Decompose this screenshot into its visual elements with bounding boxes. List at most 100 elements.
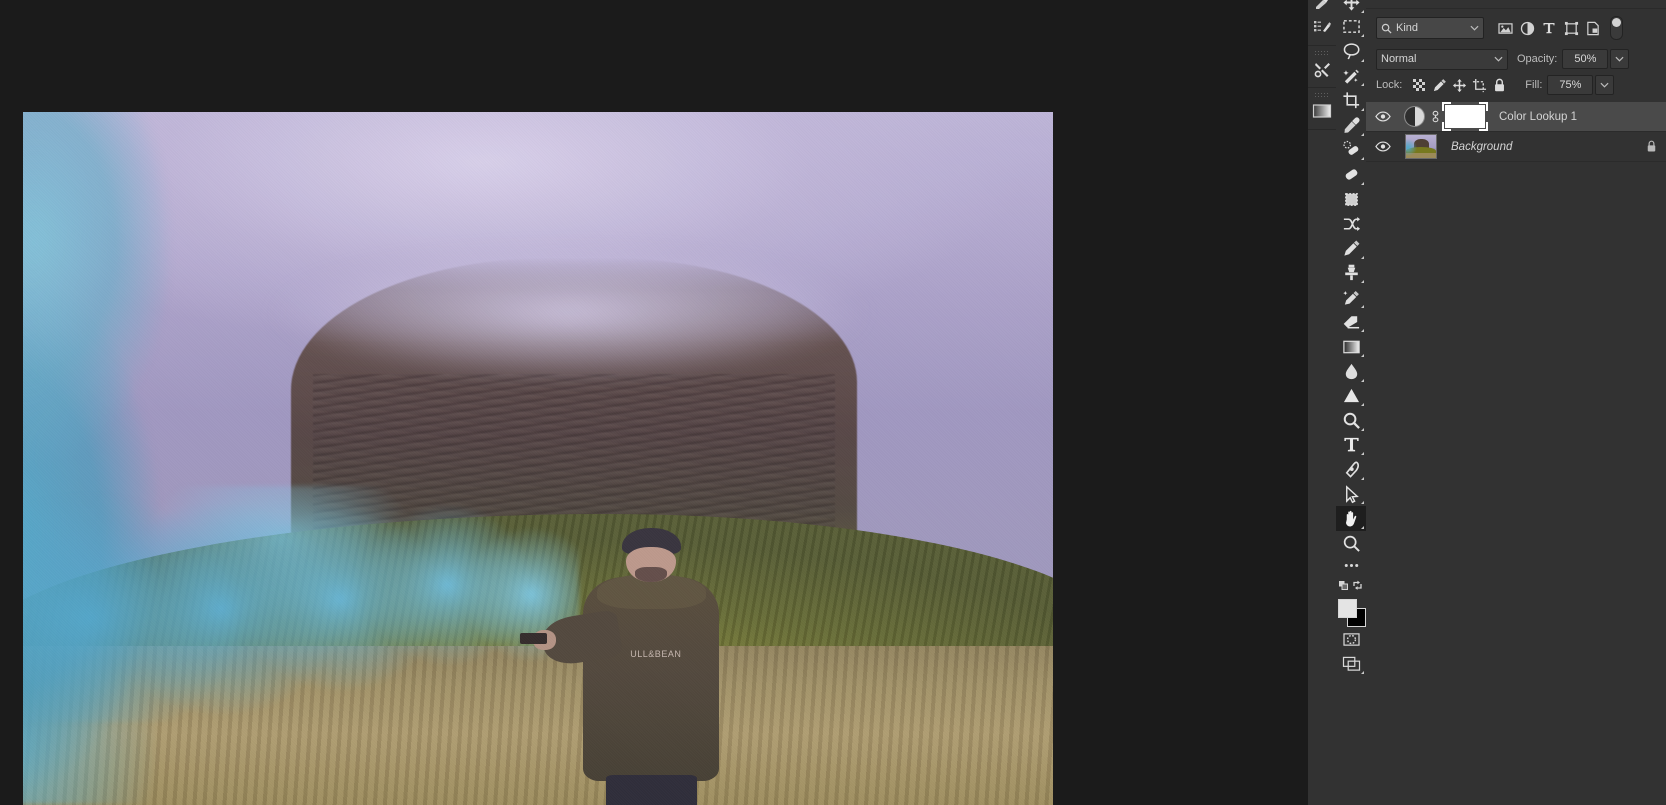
brush-presets-icon[interactable] xyxy=(1308,15,1336,39)
layer-visibility-toggle[interactable] xyxy=(1370,111,1396,122)
tool-flyout-corner xyxy=(1361,378,1364,382)
artboard-icon[interactable] xyxy=(1469,75,1489,95)
brush-settings-icon[interactable] xyxy=(1308,0,1336,15)
tool-flyout-corner xyxy=(1361,132,1364,136)
filter-kind-select[interactable]: Kind xyxy=(1376,17,1484,39)
foreground-color-swatch[interactable] xyxy=(1338,598,1357,618)
tool-blur[interactable] xyxy=(1336,359,1366,384)
table-row[interactable]: Background xyxy=(1366,132,1666,162)
tool-flyout-corner xyxy=(1361,280,1364,284)
tools-toolbar[interactable] xyxy=(1336,0,1367,805)
adjustment-layer-thumbnail[interactable] xyxy=(1404,106,1425,127)
tool-flyout-corner xyxy=(1361,255,1364,259)
lock-icon xyxy=(1647,140,1655,152)
layers-list: Color Lookup 1 Background xyxy=(1366,102,1666,162)
photo-image: ULL&BEAN xyxy=(23,112,1053,805)
smart-object-icon[interactable] xyxy=(1582,18,1604,38)
layer-name[interactable]: Color Lookup 1 xyxy=(1499,111,1666,123)
screen-mode-button[interactable] xyxy=(1336,652,1366,676)
checkerboard-icon[interactable] xyxy=(1409,75,1429,95)
tool-content-aware-move[interactable] xyxy=(1336,211,1366,236)
layer-visibility-toggle[interactable] xyxy=(1370,141,1396,152)
tool-edit-toolbar-more[interactable] xyxy=(1336,556,1366,576)
gradient-icon[interactable] xyxy=(1308,99,1336,123)
lock-fill-row: Lock: Fill: 75% xyxy=(1366,72,1666,98)
layers-panel: Kind Normal Opacity: 50% Lock: Fill: 75%… xyxy=(1366,0,1666,805)
tool-move[interactable] xyxy=(1336,0,1366,15)
fill-stepper[interactable] xyxy=(1595,75,1615,95)
tool-flyout-corner xyxy=(1361,34,1364,38)
layer-locked-indicator xyxy=(1636,140,1666,153)
tool-flyout-corner xyxy=(1361,670,1364,674)
brush-icon[interactable] xyxy=(1429,75,1449,95)
opacity-input[interactable]: 50% xyxy=(1562,49,1609,69)
tool-zoom[interactable] xyxy=(1336,531,1366,556)
tool-crop[interactable] xyxy=(1336,88,1366,113)
tools-icon[interactable] xyxy=(1308,57,1336,81)
tool-gradient[interactable] xyxy=(1336,334,1366,359)
hoodie-text: ULL&BEAN xyxy=(630,649,682,660)
tool-flyout-corner xyxy=(1361,353,1364,357)
tool-hand[interactable] xyxy=(1336,506,1366,532)
person-legs xyxy=(605,775,697,805)
tool-flyout-corner xyxy=(1361,329,1364,333)
tool-flyout-corner xyxy=(1361,107,1364,111)
collapsed-panel-dock[interactable] xyxy=(1308,0,1337,805)
blend-mode-select[interactable]: Normal xyxy=(1376,48,1508,70)
person-smoke-flare xyxy=(519,632,548,645)
tool-flyout-corner xyxy=(1361,181,1364,185)
tool-type[interactable] xyxy=(1336,433,1366,458)
layer-mask-thumbnail[interactable] xyxy=(1442,102,1488,131)
canvas-area[interactable]: ULL&BEAN xyxy=(0,0,1308,805)
tool-pen[interactable] xyxy=(1336,457,1366,482)
tool-spot-healing-brush[interactable] xyxy=(1336,138,1366,163)
image-icon[interactable] xyxy=(1494,18,1516,38)
lock-icon[interactable] xyxy=(1489,75,1509,95)
tool-patch[interactable] xyxy=(1336,162,1366,187)
opacity-stepper[interactable] xyxy=(1610,49,1630,69)
tool-frame[interactable] xyxy=(1336,187,1366,212)
right-dock: Kind Normal Opacity: 50% Lock: Fill: 75%… xyxy=(1308,0,1666,805)
tool-object-selection[interactable] xyxy=(1336,64,1366,89)
tool-history-brush[interactable] xyxy=(1336,285,1366,310)
opacity-label: Opacity: xyxy=(1517,53,1558,65)
collapsed-group-brush xyxy=(1308,0,1336,46)
mask-link-icon[interactable] xyxy=(1428,110,1442,123)
shape-icon[interactable] xyxy=(1560,18,1582,38)
tool-flyout-corner xyxy=(1361,452,1364,456)
quick-mask-toggle[interactable] xyxy=(1336,628,1366,652)
tool-flyout-corner xyxy=(1361,157,1364,161)
tool-eraser[interactable] xyxy=(1336,310,1366,335)
tool-marquee[interactable] xyxy=(1336,15,1366,40)
tool-flyout-corner xyxy=(1361,58,1364,62)
tool-flyout-corner xyxy=(1361,403,1364,407)
panel-grip-2[interactable] xyxy=(1314,92,1330,97)
filter-kind-label: Kind xyxy=(1396,22,1419,34)
adjustment-circle-icon[interactable] xyxy=(1516,18,1538,38)
tool-lasso[interactable] xyxy=(1336,39,1366,64)
table-row[interactable]: Color Lookup 1 xyxy=(1366,102,1666,132)
tool-flyout-corner xyxy=(1361,501,1364,505)
tool-burn[interactable] xyxy=(1336,408,1366,433)
eye-icon xyxy=(1375,111,1391,122)
photo-mountain-fog xyxy=(249,236,889,390)
panel-grip[interactable] xyxy=(1314,50,1330,55)
type-t-icon[interactable] xyxy=(1538,18,1560,38)
color-swatches[interactable] xyxy=(1336,596,1366,628)
move-arrows-icon[interactable] xyxy=(1449,75,1469,95)
photoshop-window: ULL&BEAN Kind Normal Opacity: 50% Lock: … xyxy=(0,0,1666,805)
document-canvas[interactable]: ULL&BEAN xyxy=(23,112,1053,805)
layer-thumbnail[interactable] xyxy=(1405,134,1437,159)
layer-name[interactable]: Background xyxy=(1451,141,1636,153)
filter-type-buttons xyxy=(1494,16,1623,40)
eye-icon xyxy=(1375,141,1391,152)
tool-dodge[interactable] xyxy=(1336,384,1366,409)
tool-brush[interactable] xyxy=(1336,236,1366,261)
tool-default-colors-and-swap[interactable] xyxy=(1336,576,1366,596)
filter-enable-toggle[interactable] xyxy=(1610,16,1623,40)
fill-input[interactable]: 75% xyxy=(1547,75,1594,95)
tool-path-selection[interactable] xyxy=(1336,482,1366,507)
tool-clone-stamp[interactable] xyxy=(1336,261,1366,286)
tool-flyout-corner xyxy=(1361,9,1364,13)
tool-eyedropper[interactable] xyxy=(1336,113,1366,138)
